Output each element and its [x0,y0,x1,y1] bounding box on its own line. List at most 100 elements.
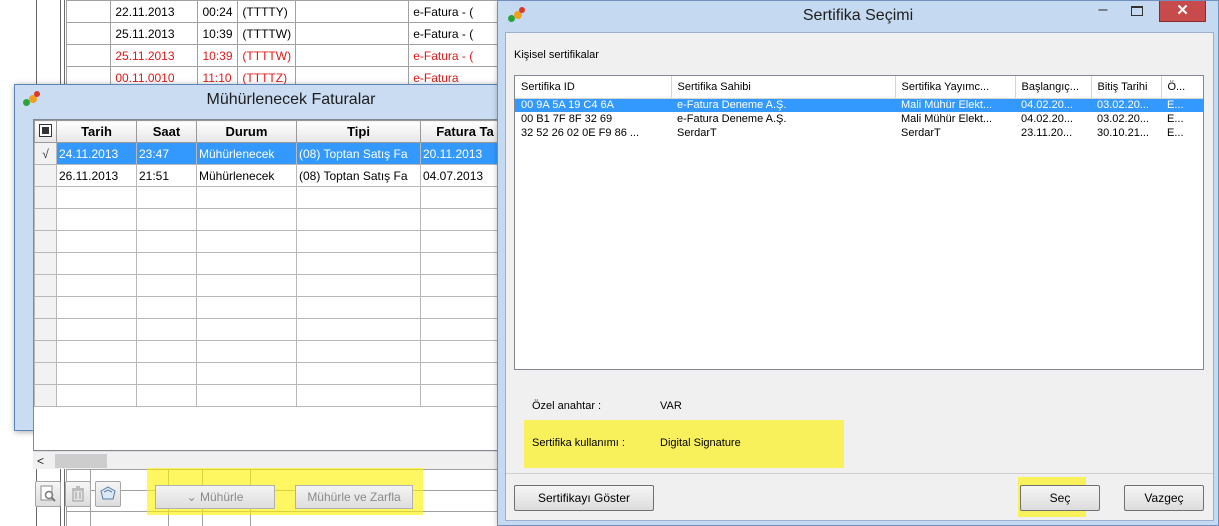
cell-end-date: 03.02.20... [1097,113,1149,125]
column-header-tarih[interactable]: Tarih [56,120,137,143]
cell-other: E... [1167,113,1184,125]
cell-start-date: 04.02.20... [1015,98,1091,112]
bg-cell-type: e-Fatura - ( [408,22,506,45]
bg-cell-time: 00:24 [197,0,239,23]
certificate-details: Özel anahtar : VAR Sertifika kullanımı :… [514,380,1204,470]
bg-cell-date: 22.11.2013 [110,0,199,23]
cell-cert-owner: e-Fatura Deneme A.Ş. [677,113,787,125]
maximize-icon [1131,6,1143,16]
cell-cert-owner: e-Fatura Deneme A.Ş. [671,98,895,112]
seal-and-envelope-button[interactable]: Mühürle ve Zarfla [295,485,413,509]
empty-row [34,186,507,209]
cell-end-date: 30.10.21... [1097,127,1149,139]
bg-cell-code: (TTTTW) [237,22,297,45]
cell-time: 23:47 [136,142,197,165]
column-header-other[interactable]: Ö... [1161,76,1203,99]
muhur-titlebar[interactable]: Mühürlenecek Faturalar [15,85,507,115]
row-check-mark[interactable]: √ [34,142,57,165]
bg-cell-type: e-Fatura - ( [408,0,506,23]
column-header-durum[interactable]: Durum [196,120,297,143]
maximize-button[interactable] [1124,1,1150,22]
cell-invoice-date: 04.07.2013 [420,164,507,187]
cell-time: 21:51 [136,164,197,187]
trash-icon [72,486,84,502]
table-row[interactable]: 26.11.2013 21:51 Mühürlenecek (08) Topta… [34,164,507,187]
seal-chevron-icon: ⌄ [186,490,197,504]
seal-button[interactable]: ⌄ Mühürle [155,485,275,509]
background-invoice-table: 22.11.2013 00:24 (TTTTY) e-Fatura - (25.11.… [65,0,506,89]
preview-icon [40,485,56,502]
scrollbar-thumb[interactable] [55,454,107,468]
column-header-saat[interactable]: Saat [136,120,197,143]
cell-cert-issuer: Mali Mühür Elekt... [895,98,1015,112]
stamp-icon [100,486,116,500]
app-icon [23,91,41,107]
cell-cert-owner: SerdarT [677,127,717,139]
bg-cell-blank [295,44,410,67]
cancel-button[interactable]: Vazgeç [1124,485,1204,511]
cell-cert-issuer: Mali Mühür Elekt... [901,113,993,125]
cell-cert-issuer: SerdarT [901,127,941,139]
stamp-button[interactable] [95,481,121,507]
background-row: 22.11.2013 00:24 (TTTTY) e-Fatura - ( [65,0,506,23]
bg-cell-blank [65,44,112,67]
private-key-value: VAR [660,400,682,412]
empty-row [34,296,507,319]
cell-type: (08) Toptan Satış Fa [296,164,421,187]
cert-titlebar[interactable]: Sertifika Seçimi – ✕ [498,1,1218,31]
bg-cell-code: (TTTTW) [237,44,297,67]
preview-button[interactable] [35,481,61,507]
personal-certificates-label: Kişisel sertifikalar [514,49,599,61]
select-all-checkbox[interactable] [34,120,57,143]
delete-button[interactable] [65,481,91,507]
column-header-cert-issuer[interactable]: Sertifika Yayımc... [895,76,1016,99]
bg-cell-time: 10:39 [197,44,239,67]
certificate-list: Sertifika ID Sertifika Sahibi Sertifika … [514,75,1204,370]
footer-divider [506,473,1213,474]
bg-cell-date: 25.11.2013 [110,44,199,67]
show-certificate-button[interactable]: Sertifikayı Göster [514,485,654,511]
table-row[interactable]: √ 24.11.2013 23:47 Mühürlenecek (08) Top… [34,142,507,165]
empty-row [34,252,507,275]
close-button[interactable]: ✕ [1159,1,1206,22]
cell-cert-id: 00 9A 5A 19 C4 6A [515,98,671,112]
column-header-cert-owner[interactable]: Sertifika Sahibi [671,76,896,99]
muhur-window: Mühürlenecek Faturalar Tarih Saat Durum … [14,84,508,515]
column-header-tipi[interactable]: Tipi [296,120,421,143]
empty-row [34,274,507,297]
certificate-row[interactable]: 00 9A 5A 19 C4 6A e-Fatura Deneme A.Ş. M… [515,98,1203,112]
certificate-row[interactable]: 00 B1 7F 8F 32 69 e-Fatura Deneme A.Ş. M… [515,112,1203,126]
cell-start-date: 23.11.20... [1021,127,1073,139]
minimize-button[interactable]: – [1090,1,1116,22]
seal-button-label: Mühürle [200,490,244,504]
empty-row [34,340,507,363]
horizontal-scrollbar[interactable]: < [33,451,508,469]
select-button[interactable]: Seç [1020,485,1100,511]
row-check-mark[interactable] [34,164,57,187]
cert-usage-value: Digital Signature [660,437,741,449]
bg-cell-date: 25.11.2013 [110,22,199,45]
cert-window: Sertifika Seçimi – ✕ Kişisel sertifikala… [497,0,1219,526]
bg-cell-blank [295,0,410,23]
cell-cert-id: 00 B1 7F 8F 32 69 [521,113,613,125]
bg-cell-time: 10:39 [197,22,239,45]
cell-other: E... [1167,127,1184,139]
background-row: 25.11.2013 10:39 (TTTTW) e-Fatura - ( [65,22,506,45]
cell-status: Mühürlenecek [196,142,297,165]
empty-row [34,318,507,341]
bg-cell-type: e-Fatura - ( [408,44,506,67]
cell-status: Mühürlenecek [196,164,297,187]
private-key-label: Özel anahtar : [532,400,602,412]
column-header-cert-id[interactable]: Sertifika ID [515,76,672,99]
column-header-fatura-tarihi[interactable]: Fatura Ta [420,120,507,143]
empty-row [34,230,507,253]
column-header-start-date[interactable]: Başlangıç... [1015,76,1092,99]
cell-date: 24.11.2013 [56,142,137,165]
muhur-window-title: Mühürlenecek Faturalar [206,91,376,108]
bg-cell-blank [65,0,112,23]
certificate-row[interactable]: 32 52 26 02 0E F9 86 ... SerdarT SerdarT… [515,126,1203,140]
scroll-left-icon[interactable]: < [37,452,44,470]
column-header-end-date[interactable]: Bitiş Tarihi [1091,76,1162,99]
cell-start-date: 04.02.20... [1021,113,1073,125]
muhur-invoice-grid: Tarih Saat Durum Tipi Fatura Ta √ 24.11.… [33,119,508,451]
